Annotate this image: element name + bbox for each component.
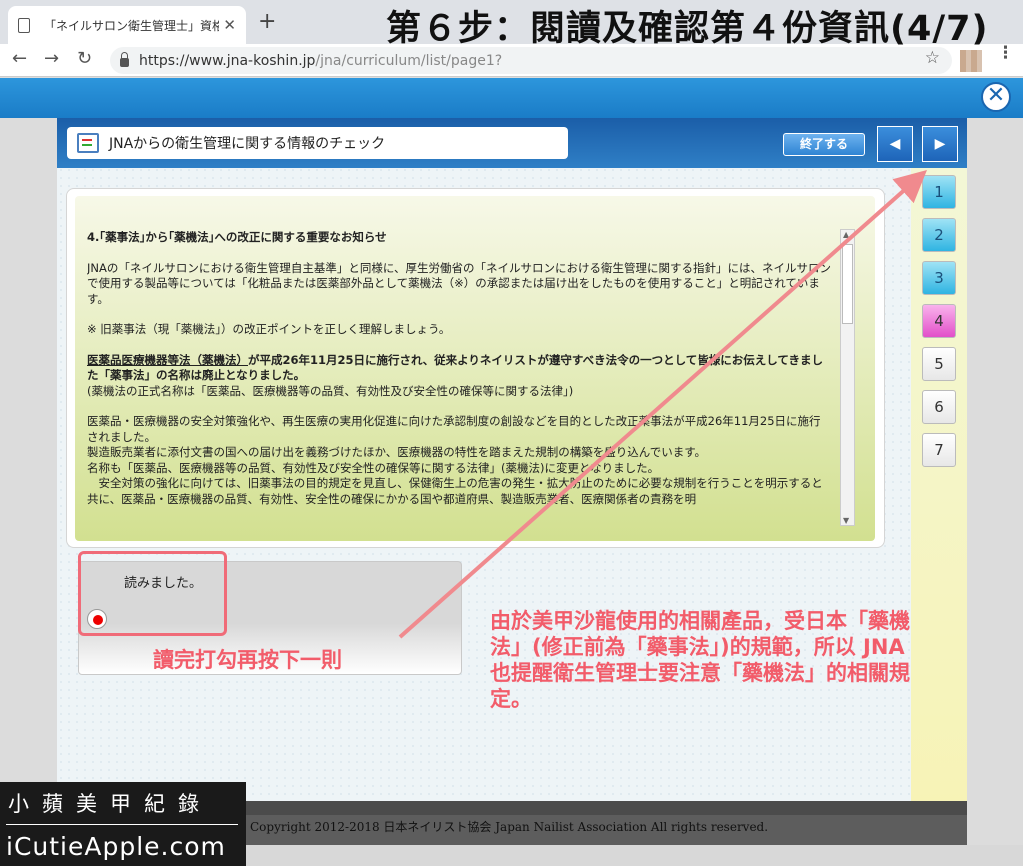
watermark-site: iCutieApple.com — [6, 832, 226, 861]
watermark: 小蘋美甲紀錄 iCutieApple.com — [0, 782, 246, 866]
screen: 「ネイルサロン衛生管理士」資格 ✕ + ← → ↻ https://www.jn… — [0, 0, 1023, 866]
watermark-divider — [6, 824, 238, 825]
annotation-read-then-next: 讀完打勾再按下一則 — [153, 648, 342, 672]
watermark-title: 小蘋美甲紀錄 — [8, 792, 212, 816]
annotation-explanation: 由於美甲沙龍使用的相關產品，受日本「藥機法」(修正前為「藥事法」)的規範，所以 … — [490, 609, 910, 711]
copyright-text: Copyright 2012-2018 日本ネイリスト協会 Japan Nail… — [250, 820, 769, 834]
annotation-arrow — [398, 170, 927, 639]
